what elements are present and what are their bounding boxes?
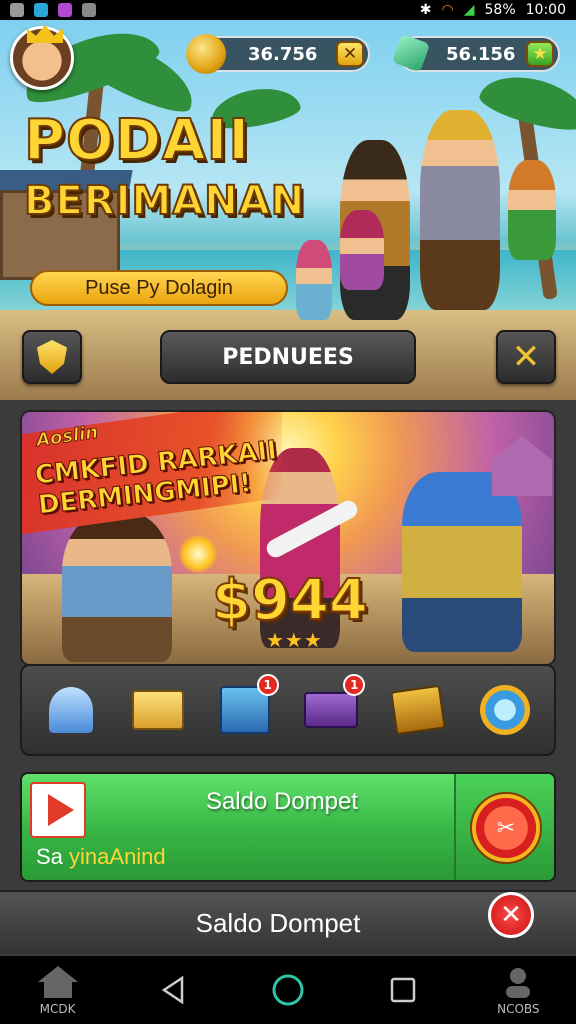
nav-left-label: MCDK [39,1002,76,1016]
tool-icon [10,3,24,17]
back-icon [161,975,184,1005]
bluetooth-icon: ✱ [419,2,432,18]
game-icon [58,3,72,17]
nav-home-button[interactable]: MCDK [13,958,103,1022]
gold-action-button[interactable]: ✕ [336,41,364,67]
house-icon [492,436,552,496]
nav-right-label: NCOBS [497,1002,540,1016]
close-icon: ✕ [511,337,541,377]
gold-amount: 36.756 [248,43,318,65]
clock: 10:00 [525,2,566,18]
wallet-card[interactable]: Saldo Dompet Sa yinaAnind ✂ [20,772,556,882]
package-icon [131,690,184,730]
profile-icon [506,968,531,998]
gem-icon [391,33,431,73]
wallet-subtitle: Sa yinaAnind [36,844,166,870]
chest-icon [390,684,446,736]
gem-add-button[interactable]: ★ [526,41,554,67]
item-chest[interactable] [386,678,450,742]
play-video-button[interactable] [30,782,86,838]
game-title-line1: PODAII [23,107,251,174]
shield-button[interactable] [22,330,82,384]
system-icons: ✱ ◠ ◢ 58% 10:00 [420,2,566,18]
main-menu-button[interactable]: PEDNUEES [160,330,416,384]
gift-icon: ✂ [496,815,516,841]
orb-icon [479,685,530,735]
character-robot-monster [402,472,522,652]
nav-recents-button[interactable] [358,958,448,1022]
recents-icon [390,977,416,1003]
character-girl [340,210,384,290]
nav-home-circle-button[interactable] [243,958,333,1022]
gem-counter: 56.156 ★ [391,33,560,73]
item-orb[interactable] [473,678,537,742]
character-viking [420,110,500,310]
wallet-subtitle-highlight: yinaAnind [69,844,166,869]
toolbar: PEDNUEES ✕ [0,330,576,390]
character-elf [508,160,556,260]
nav-profile-button[interactable]: NCOBS [473,958,563,1022]
wallet-reward-button[interactable]: ✂ [470,792,542,864]
notification-icons [10,3,96,17]
lock-icon [82,3,96,17]
item-crate[interactable]: 1 [213,674,279,742]
item-bell[interactable] [39,678,103,742]
wallet-title: Saldo Dompet [205,788,359,815]
rating-stars: ★★★ [266,628,323,652]
crown-icon [27,25,63,43]
item-cart[interactable]: 1 [299,674,366,742]
system-nav-bar: MCDK NCOBS [0,956,576,1024]
bell-icon [49,687,94,733]
gem-amount: 56.156 [446,43,516,65]
promo-banner[interactable]: Aoslin CMKFID RARKAII DERMINGMIPI! $944 … [20,410,556,666]
nav-back-button[interactable] [128,958,218,1022]
coin-icon [186,34,226,74]
wallet-bottom-bar: Saldo Dompet ✕ [0,890,576,954]
gold-counter: 36.756 ✕ [186,34,370,74]
game-title-line2: BERIMANAN [23,177,306,225]
shield-icon [37,340,67,374]
bottom-bar-title: Saldo Dompet [195,907,361,938]
player-avatar[interactable] [10,25,74,90]
cart-icon [304,692,359,728]
close-button[interactable]: ✕ [496,330,556,384]
character-crafter [62,512,172,662]
bottom-close-button[interactable]: ✕ [488,892,534,938]
notification-badge: 1 [343,674,366,696]
item-package[interactable] [126,678,190,742]
play-icon [48,794,74,826]
circle-home-icon [272,974,304,1006]
signal-icon: ◢ [463,2,475,18]
main-panel: Aoslin CMKFID RARKAII DERMINGMIPI! $944 … [0,400,576,956]
home-icon [37,966,78,998]
app-icon [34,3,48,17]
wallet-subtitle-prefix: Sa [36,844,70,869]
notification-badge: 1 [256,674,279,696]
battery-level: 58% [484,2,516,18]
promo-price: $944 [211,567,369,634]
play-pill-button[interactable]: Puse Py Dolagin [30,270,288,306]
status-bar: ✱ ◠ ◢ 58% 10:00 [0,0,576,20]
wifi-icon: ◠ [441,2,454,18]
character-child [296,240,332,320]
item-shelf: 1 1 [20,664,556,756]
